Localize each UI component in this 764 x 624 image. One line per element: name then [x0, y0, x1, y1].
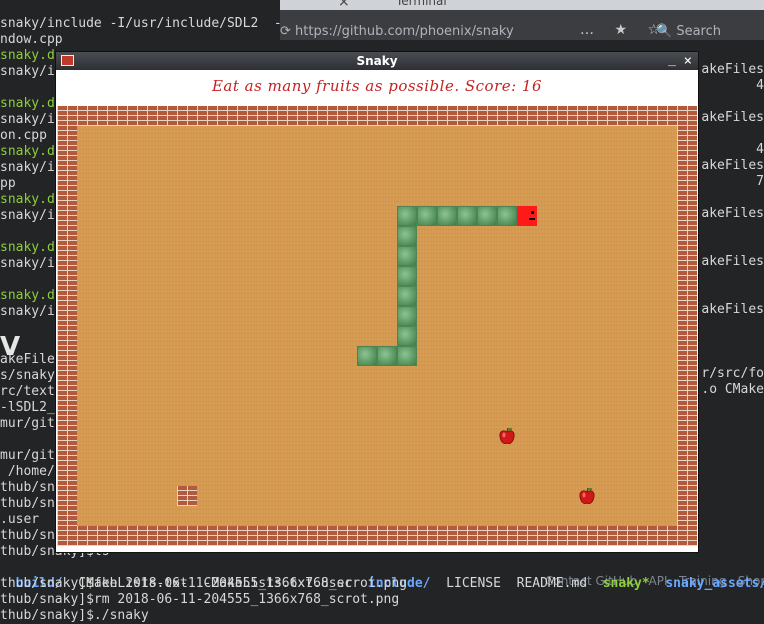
terminal-line: snaky.d [0, 192, 55, 207]
file-snaky-executable: snaky* [602, 576, 650, 591]
terminal-heading-fragment: V [0, 332, 21, 362]
terminal-line: -lSDL2_ [0, 400, 55, 415]
snake-body-segment [497, 206, 517, 226]
terminal-line: snaky/i [0, 112, 55, 127]
terminal-cmd-feh: thub/snaky]$feh 2018-06-11-204555_1366x7… [0, 576, 407, 591]
minimize-button[interactable]: _ [668, 52, 676, 68]
terminal-cmd-rm: thub/snaky]$rm 2018-06-11-204555_1366x76… [0, 592, 400, 607]
terminal-line: snaky.d [0, 96, 55, 111]
terminal-line-fragment: 7 [756, 174, 764, 189]
brick-obstacle [177, 486, 197, 506]
terminal-line: mur/git [0, 416, 55, 431]
score-message: Eat as many fruits as possible. Score: 1… [211, 77, 543, 95]
brick-wall-right [677, 106, 697, 546]
terminal-line: on.cpp [0, 128, 47, 143]
ls-output: build/ CMakeLists.txt CMakeLists.txt.use… [0, 560, 764, 591]
terminal-line: snaky/i [0, 64, 55, 79]
url-bar[interactable]: ⟳ https://github.com/phoenix/snaky [280, 24, 514, 39]
terminal-line: snaky/i [0, 160, 55, 175]
snake-body-segment [397, 286, 417, 306]
terminal-line: mur/gith [0, 448, 63, 463]
playfield[interactable] [57, 106, 697, 546]
browser-tab-bar: × Terminal [280, 0, 764, 10]
bookmark-icons[interactable]: … ★ ☆ [580, 22, 668, 38]
tab-terminal[interactable]: Terminal [396, 0, 447, 8]
terminal-line: thub/sna [0, 528, 63, 543]
terminal-line: snaky.d [0, 144, 55, 159]
terminal-line-fragment: akeFiles [701, 110, 764, 125]
terminal-line: snaky.d [0, 288, 55, 303]
game-hud: Eat as many fruits as possible. Score: 1… [57, 70, 697, 106]
snake-body-segment [417, 206, 437, 226]
snake-body-segment [377, 346, 397, 366]
snake-body-segment [357, 346, 377, 366]
terminal-line: snaky/i [0, 208, 55, 223]
terminal-line: pp [0, 176, 16, 191]
terminal-line-fragment: akeFiles [701, 62, 764, 77]
terminal-line: thub/sna [0, 496, 63, 511]
snake-body-segment [477, 206, 497, 226]
terminal-line-fragment: akeFiles [701, 302, 764, 317]
snake-eye [531, 211, 534, 214]
window-title: Snaky [356, 54, 398, 68]
file-readme: README.md [516, 576, 588, 591]
snake-body-segment [437, 206, 457, 226]
snake-head [517, 206, 537, 226]
terminal-line-fragment: 4 [756, 142, 764, 157]
terminal-line-fragment: akeFiles [701, 254, 764, 269]
terminal-line: snaky.d [0, 240, 55, 255]
browser-window: × Terminal ⟳ https://github.com/phoenix/… [280, 0, 764, 40]
terminal-line: rc/text [0, 384, 55, 399]
snake-body-segment [397, 246, 417, 266]
snaky-game-window[interactable]: Snaky _ × Eat as many fruits as possible… [56, 52, 698, 552]
terminal-line: snaky/i [0, 304, 55, 319]
terminal-line: s/snaky [0, 368, 55, 383]
terminal-line: .user s [0, 512, 63, 527]
terminal-line: ndow.cpp [0, 32, 63, 47]
window-titlebar[interactable]: Snaky _ × [56, 52, 698, 70]
terminal-line: thub/sna [0, 480, 63, 495]
terminal-line-fragment: 4 [756, 78, 764, 93]
snake-body-segment [457, 206, 477, 226]
terminal-line: /home/p [0, 464, 63, 479]
close-button[interactable]: × [684, 52, 692, 70]
terminal-line-fragment: akeFiles [701, 206, 764, 221]
brick-wall-top [57, 106, 697, 126]
dir-snaky-assets: snaky_assets/ [665, 576, 764, 591]
terminal-line-fragment: .o CMake [701, 382, 764, 397]
file-license: LICENSE [446, 576, 501, 591]
snake-body-segment [397, 346, 417, 366]
apple-icon [579, 487, 595, 505]
brick-wall-left [57, 106, 77, 546]
snake-body-segment [397, 326, 417, 346]
brick-wall-bottom [57, 526, 697, 546]
snake-body-segment [397, 306, 417, 326]
apple-icon [499, 427, 515, 445]
terminal-line-fragment: akeFiles [701, 158, 764, 173]
snake-body-segment [397, 266, 417, 286]
terminal-line: snaky.d [0, 48, 55, 63]
snake-body-segment [397, 206, 417, 226]
terminal-line: snaky/i [0, 256, 55, 271]
snake-mouth [529, 218, 535, 220]
search-input[interactable]: 🔍 Search [656, 24, 721, 39]
tab-close-icon[interactable]: × [338, 0, 350, 10]
snake-body-segment [397, 226, 417, 246]
terminal-line-fragment: r/src/fo [701, 366, 764, 381]
terminal-cmd-run: thub/snaky]$./snaky [0, 608, 149, 623]
